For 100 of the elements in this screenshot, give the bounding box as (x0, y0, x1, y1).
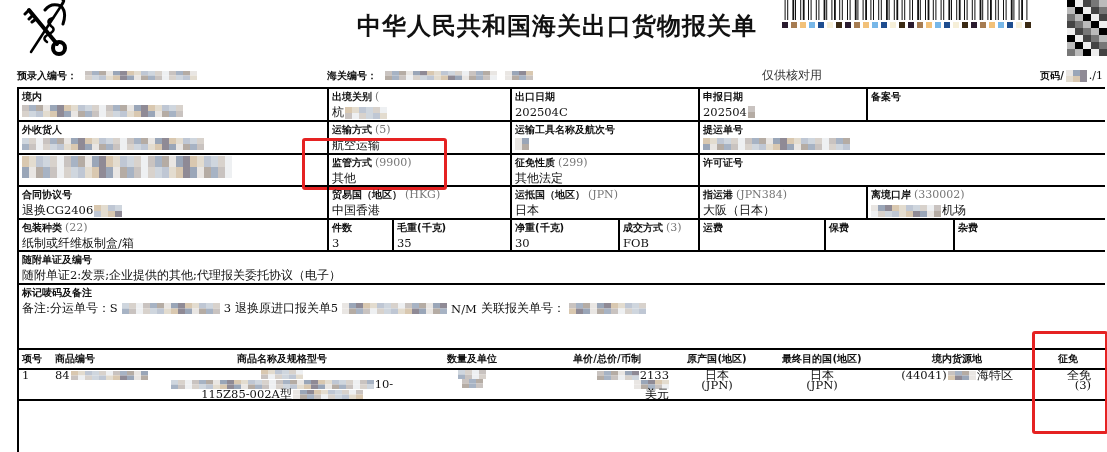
field-value: (JPN) (806, 380, 838, 390)
redaction-mosaic (947, 370, 976, 380)
field-code: (3) (666, 221, 682, 234)
field-label: 运输方式 (332, 123, 372, 137)
redaction-mosaic (1065, 69, 1087, 82)
field-code: (HKG) (405, 188, 441, 201)
field-code: (5) (375, 123, 391, 136)
field-label: 成交方式 (623, 221, 663, 235)
field-value: 3 (332, 236, 340, 250)
emblem-icon (23, 0, 67, 58)
field-label: 毛重(千克) (397, 221, 447, 235)
redaction-mosaic (345, 106, 387, 119)
field-label: 离境口岸 (871, 188, 911, 202)
field-label: 外收货人 (22, 123, 62, 137)
field-label: 随附单证及编号 (22, 253, 93, 267)
field-label: 海关编号： (327, 68, 377, 83)
field-value: 1 (22, 370, 30, 380)
field-value: 其他法定 (515, 171, 563, 186)
field-value: 日本 (515, 203, 539, 218)
field-value: N/M (451, 301, 477, 316)
redaction-mosaic (505, 71, 533, 80)
field-value: 机场 (942, 203, 966, 218)
field-label: 出境关别 (332, 90, 372, 104)
field-label: 包装种类 (22, 221, 62, 235)
field-label: 标记唛码及备注 (22, 286, 93, 300)
field-label: 监管方式 (332, 156, 372, 170)
field-value: (JPN) (701, 380, 733, 390)
redaction-mosaic (871, 204, 941, 217)
verification-note: 仅供核对用 (762, 67, 822, 84)
field-label: 保费 (829, 221, 849, 235)
field-value: (44041) (901, 370, 947, 380)
field-value: 纸制或纤维板制盒/箱 (22, 236, 134, 251)
field-value: 其他 (332, 171, 356, 186)
field-value: 全免 (1067, 370, 1091, 380)
column-header: 原产国(地区) (687, 354, 747, 364)
field-label: 指运港 (703, 188, 733, 202)
field-label: 备案号 (871, 90, 901, 104)
redaction-mosaic (747, 106, 755, 118)
column-header: 项号 (22, 354, 42, 364)
field-value: 关联报关单号： (480, 301, 565, 316)
field-label: 许可证号 (703, 156, 743, 170)
field-value: 202504 (703, 105, 747, 119)
field-value: 海特区 (976, 370, 1013, 380)
qr-code-drawing (1067, 0, 1107, 56)
field-code: ( (375, 90, 380, 103)
field-label: 运抵国（地区） (515, 188, 585, 202)
field-label: 运输工具名称及航次号 (515, 123, 615, 137)
field-value: ./1 (1088, 69, 1103, 82)
field-code: (299) (558, 156, 588, 169)
field-value: 2133 (639, 370, 669, 380)
field-value: 日本 (705, 370, 729, 380)
field-value: 大阪（日本） (703, 203, 775, 218)
column-header: 单价/总价/币制 (573, 354, 641, 364)
field-value: 3 退换原进口报关单5 (223, 301, 339, 316)
column-header: 数量及单位 (447, 354, 497, 364)
field-value: 35 (397, 236, 412, 250)
field-label: 净重(千克) (515, 221, 565, 235)
field-value: 退换CG2406 (22, 203, 94, 218)
redaction-mosaic (634, 380, 669, 389)
field-label: 提运单号 (703, 123, 743, 137)
column-header: 境内货源地 (932, 354, 982, 364)
field-label: 征免性质 (515, 156, 555, 170)
field-code: (9900) (375, 156, 412, 169)
field-value: 202504C (515, 105, 568, 119)
field-value: (3) (1074, 380, 1091, 390)
column-header: 最终目的国(地区) (782, 354, 862, 364)
field-value: 日本 (810, 370, 834, 380)
column-header: 征免 (1057, 354, 1078, 364)
redaction-mosaic (596, 370, 639, 380)
field-value: 10- (374, 379, 394, 389)
redaction-mosaic (94, 204, 123, 217)
field-code: (22) (65, 221, 88, 234)
field-value: 备注:分运单号：S (22, 301, 118, 316)
field-code: (JPN384) (736, 188, 787, 201)
field-code: (330002) (914, 188, 965, 201)
field-label: 页码/ (1040, 68, 1064, 83)
field-value: 美元 (645, 389, 669, 399)
column-header: 商品名称及规格型号 (237, 354, 327, 364)
field-code: (JPN) (588, 188, 619, 201)
field-value: 115Z85-002A型 (201, 389, 292, 399)
field-value: 杭 (332, 105, 344, 120)
field-label: 出口日期 (515, 90, 555, 104)
redaction-mosaic (515, 138, 529, 150)
field-value: 随附单证2:发票;企业提供的其他;代理报关委托协议（电子） (22, 268, 341, 283)
field-label: 预录入编号： (17, 68, 77, 83)
field-value: FOB (623, 236, 649, 250)
field-label: 合同协议号 (22, 188, 72, 202)
column-header: 商品编号 (55, 354, 95, 364)
field-label: 申报日期 (703, 90, 743, 104)
field-label: 贸易国（地区） (332, 188, 402, 202)
field-label: 杂费 (958, 221, 978, 235)
redaction-mosaic (458, 370, 486, 379)
field-label: 运费 (703, 221, 723, 235)
field-label: 境内 (22, 90, 42, 104)
form-title: 中华人民共和国海关出口货物报关单 (357, 11, 757, 42)
field-value: 中国香港 (332, 203, 380, 218)
field-value: 84 (55, 370, 70, 380)
field-value: 30 (515, 236, 530, 250)
redaction-mosaic (461, 379, 483, 388)
field-label: 件数 (332, 221, 352, 235)
